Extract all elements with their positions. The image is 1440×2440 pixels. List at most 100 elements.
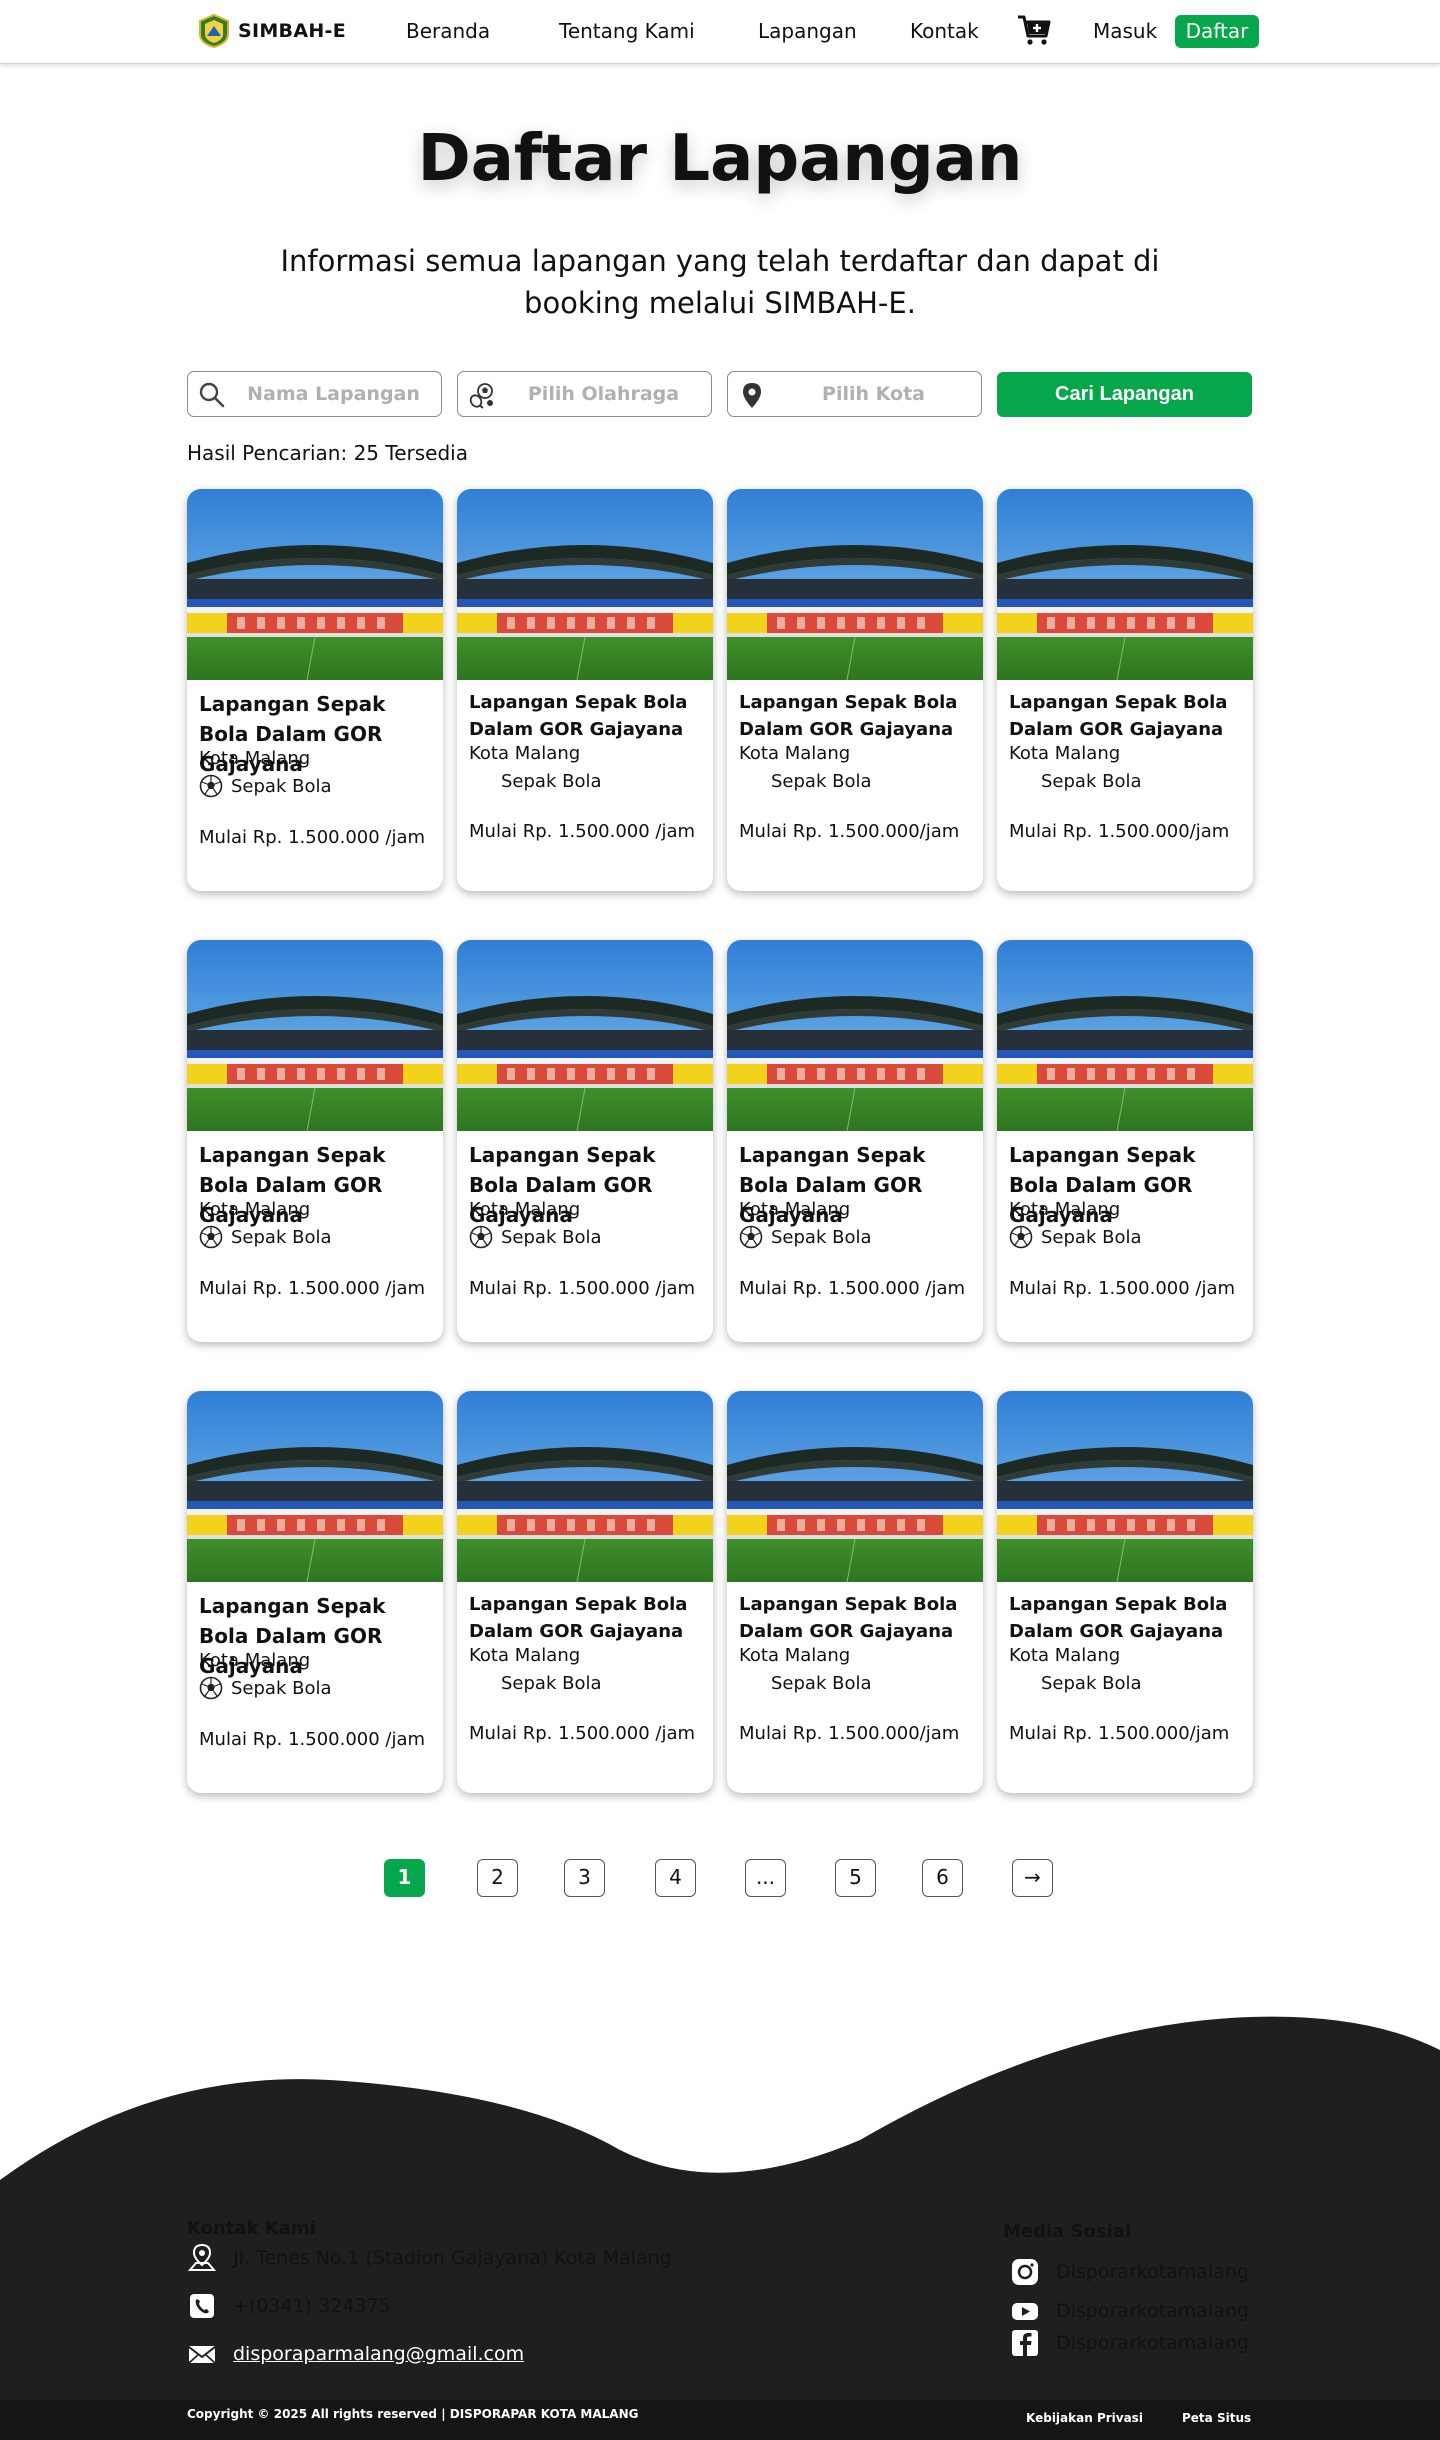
nav-link-tentang-kami[interactable]: Tentang Kami [559, 19, 695, 43]
stadium-photo [727, 1391, 983, 1582]
page-button-4[interactable]: 4 [655, 1859, 696, 1897]
field-card[interactable]: Lapangan Sepak Bola Dalam GOR Gajayana Ko… [727, 489, 983, 891]
stadium-photo [457, 489, 713, 680]
card-sport-label: Sepak Bola [231, 1677, 332, 1699]
card-price: Mulai Rp. 1.500.000 /jam [199, 1729, 426, 1750]
card-sport-label: Sepak Bola [771, 1226, 872, 1248]
register-button[interactable]: Daftar [1175, 15, 1259, 48]
card-sport-label: Sepak Bola [231, 775, 332, 797]
card-title[interactable]: Lapangan Sepak Bola Dalam GOR Gajayana [1009, 689, 1245, 743]
sitemap-link[interactable]: Peta Situs [1182, 2411, 1251, 2425]
card-sport-label: Sepak Bola [501, 770, 602, 792]
card-city: Kota Malang [1009, 1645, 1121, 1666]
location-pin-icon [743, 383, 761, 408]
field-card[interactable]: Lapangan Sepak Bola Dalam GOR Gajayana Ko… [727, 1391, 983, 1793]
soccer-ball-icon [739, 1225, 763, 1249]
card-city: Kota Malang [1009, 743, 1121, 764]
page-button-1[interactable]: 1 [384, 1859, 425, 1897]
stadium-photo [457, 940, 713, 1131]
nav-link-lapangan[interactable]: Lapangan [758, 19, 857, 43]
card-sport: Sepak Bola [1009, 1225, 1142, 1249]
city-select-field[interactable] [727, 371, 982, 417]
card-price: Mulai Rp. 1.500.000/jam [739, 1723, 960, 1744]
search-icon [199, 382, 225, 408]
card-sport: Sepak Bola [1009, 1671, 1142, 1695]
youtube-handle[interactable]: Disporarkotamalang [1056, 2300, 1249, 2322]
card-price: Mulai Rp. 1.500.000 /jam [469, 821, 696, 842]
field-card[interactable]: Lapangan Sepak Bola Dalam GOR Gajayana Ko… [997, 1391, 1253, 1793]
next-page-button[interactable]: → [1012, 1859, 1053, 1897]
page-button-6[interactable]: 6 [922, 1859, 963, 1897]
card-price: Mulai Rp. 1.500.000/jam [1009, 821, 1230, 842]
brand[interactable]: SIMBAH-E [198, 14, 346, 48]
card-title[interactable]: Lapangan Sepak Bola Dalam GOR Gajayana [1009, 1591, 1245, 1645]
field-card[interactable]: Lapangan Sepak Bola Dalam GOR Gajayana Ko… [457, 940, 713, 1342]
location-pin-icon [187, 2243, 217, 2271]
stadium-photo [187, 1391, 443, 1582]
email-link[interactable]: disporaparmalang@gmail.com [233, 2343, 524, 2365]
mail-icon [188, 2346, 216, 2364]
simbah-logo-icon [199, 14, 229, 48]
card-city: Kota Malang [1009, 1199, 1121, 1220]
card-city: Kota Malang [199, 748, 311, 769]
field-card[interactable]: Lapangan Sepak Bola Dalam GOR Gajayana Ko… [187, 1391, 443, 1793]
page-title: Daftar Lapangan [417, 122, 1023, 196]
soccer-ball-icon [469, 1225, 493, 1249]
card-city: Kota Malang [739, 1645, 851, 1666]
contact-email[interactable]: disporaparmalang@gmail.com [187, 2339, 524, 2369]
card-title[interactable]: Lapangan Sepak Bola Dalam GOR Gajayana [469, 1591, 705, 1645]
instagram-handle[interactable]: Disporarkotamalang [1056, 2261, 1249, 2283]
login-link[interactable]: Masuk [1093, 19, 1157, 43]
soccer-ball-icon [199, 1676, 223, 1700]
nav-link-kontak[interactable]: Kontak [910, 19, 979, 43]
copyright-text: Copyright © 2025 All rights reserved | D… [187, 2407, 639, 2421]
field-card[interactable]: Lapangan Sepak Bola Dalam GOR Gajayana Ko… [187, 940, 443, 1342]
nav-link-beranda[interactable]: Beranda [406, 19, 490, 43]
field-card[interactable]: Lapangan Sepak Bola Dalam GOR Gajayana Ko… [457, 1391, 713, 1793]
card-sport-label: Sepak Bola [1041, 1226, 1142, 1248]
card-price: Mulai Rp. 1.500.000 /jam [739, 1278, 966, 1299]
address-text: Jl. Tenes No.1 (Stadion Gajayana) Kota M… [233, 2247, 672, 2269]
card-sport-label: Sepak Bola [501, 1672, 602, 1694]
page-button-3[interactable]: 3 [564, 1859, 605, 1897]
card-title[interactable]: Lapangan Sepak Bola Dalam GOR Gajayana [739, 689, 975, 743]
page-button-2[interactable]: 2 [477, 1859, 518, 1897]
privacy-policy-link[interactable]: Kebijakan Privasi [1026, 2411, 1143, 2425]
card-sport-label: Sepak Bola [1041, 1672, 1142, 1694]
contact-phone: +(0341) 324375 [187, 2291, 391, 2321]
name-search-field[interactable] [187, 371, 442, 417]
card-price: Mulai Rp. 1.500.000 /jam [469, 1278, 696, 1299]
card-sport-label: Sepak Bola [501, 1226, 602, 1248]
youtube-icon [1012, 2303, 1038, 2320]
field-card[interactable]: Lapangan Sepak Bola Dalam GOR Gajayana Ko… [457, 489, 713, 891]
name-search-input[interactable] [236, 378, 431, 410]
cart-icon[interactable] [1016, 12, 1052, 48]
stadium-photo [727, 489, 983, 680]
page-subtitle: Informasi semua lapangan yang telah terd… [270, 240, 1170, 324]
facebook-handle[interactable]: Disporarkotamalang [1056, 2332, 1249, 2354]
card-sport: Sepak Bola [469, 769, 602, 793]
card-title[interactable]: Lapangan Sepak Bola Dalam GOR Gajayana [469, 689, 705, 743]
field-card[interactable]: Lapangan Sepak Bola Dalam GOR Gajayana Ko… [187, 489, 443, 891]
sport-select-input[interactable] [506, 378, 701, 410]
card-title[interactable]: Lapangan Sepak Bola Dalam GOR Gajayana [739, 1591, 975, 1645]
card-city: Kota Malang [469, 743, 581, 764]
city-select-input[interactable] [776, 378, 971, 410]
field-card[interactable]: Lapangan Sepak Bola Dalam GOR Gajayana Ko… [997, 489, 1253, 891]
field-card[interactable]: Lapangan Sepak Bola Dalam GOR Gajayana Ko… [727, 940, 983, 1342]
card-city: Kota Malang [739, 1199, 851, 1220]
card-sport-label: Sepak Bola [771, 1672, 872, 1694]
page-button-5[interactable]: 5 [835, 1859, 876, 1897]
card-sport: Sepak Bola [199, 1676, 332, 1700]
stadium-photo [727, 940, 983, 1131]
search-fields-button[interactable]: Cari Lapangan [997, 372, 1252, 417]
social-facebook[interactable]: Disporarkotamalang [1010, 2328, 1249, 2358]
social-youtube[interactable]: Disporarkotamalang [1010, 2296, 1249, 2326]
subtitle-line-2: booking melalui SIMBAH-E. [524, 286, 916, 320]
card-price: Mulai Rp. 1.500.000 /jam [199, 827, 426, 848]
card-city: Kota Malang [469, 1645, 581, 1666]
field-card[interactable]: Lapangan Sepak Bola Dalam GOR Gajayana Ko… [997, 940, 1253, 1342]
soccer-ball-icon [199, 774, 223, 798]
social-instagram[interactable]: Disporarkotamalang [1010, 2257, 1249, 2287]
sport-select-field[interactable] [457, 371, 712, 417]
